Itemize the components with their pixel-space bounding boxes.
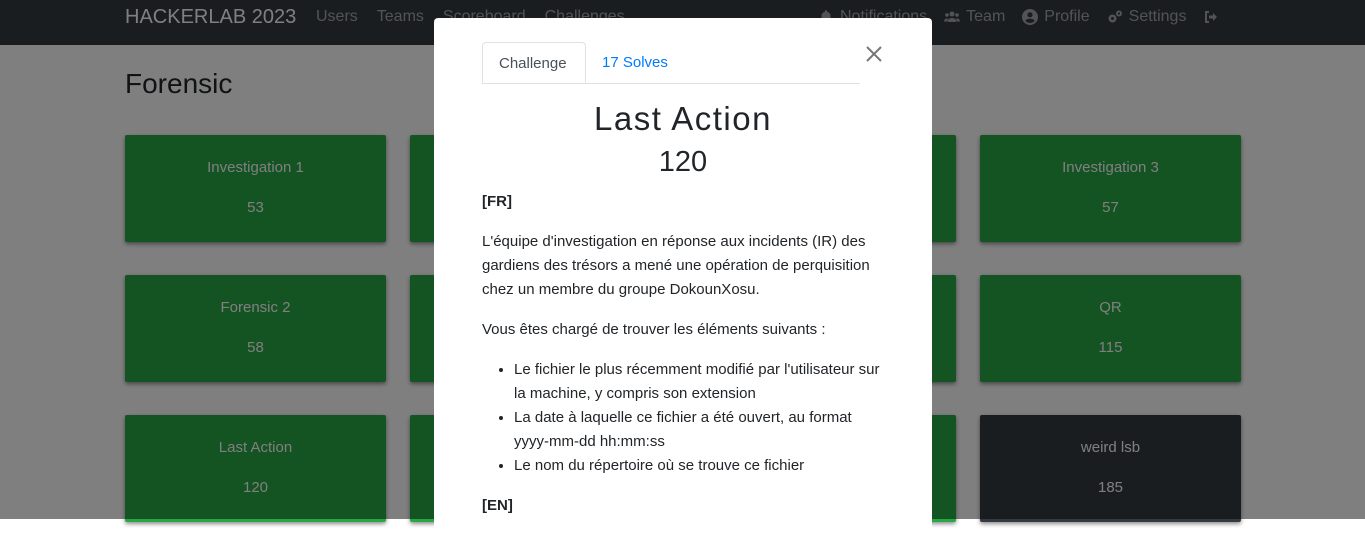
- tab-solves[interactable]: 17 Solves: [586, 42, 684, 83]
- challenge-value: 120: [658, 146, 708, 178]
- en-tag: [EN]: [482, 497, 513, 514]
- list-item: Le fichier le plus récemment modifié par…: [514, 358, 882, 406]
- tab-challenge[interactable]: Challenge: [482, 42, 586, 83]
- fr-tag: [FR]: [482, 193, 512, 210]
- list-item: La date à laquelle ce fichier a été ouve…: [514, 406, 882, 454]
- requirements-list: Le fichier le plus récemment modifié par…: [482, 358, 882, 478]
- list-item: Le nom du répertoire où se trouve ce fic…: [514, 454, 882, 478]
- description-paragraph: Vous êtes chargé de trouver les éléments…: [482, 321, 826, 338]
- description-paragraph: L'équipe d'investigation en réponse aux …: [482, 233, 870, 298]
- close-button[interactable]: [862, 42, 886, 66]
- modal-tabs: Challenge 17 Solves: [482, 42, 860, 84]
- challenge-modal: Challenge 17 Solves Last Action 120 [FR]…: [434, 18, 932, 538]
- challenge-title: Last Action: [594, 100, 772, 137]
- challenge-description: [FR] L'équipe d'investigation en réponse…: [482, 190, 882, 534]
- close-icon: [866, 46, 882, 62]
